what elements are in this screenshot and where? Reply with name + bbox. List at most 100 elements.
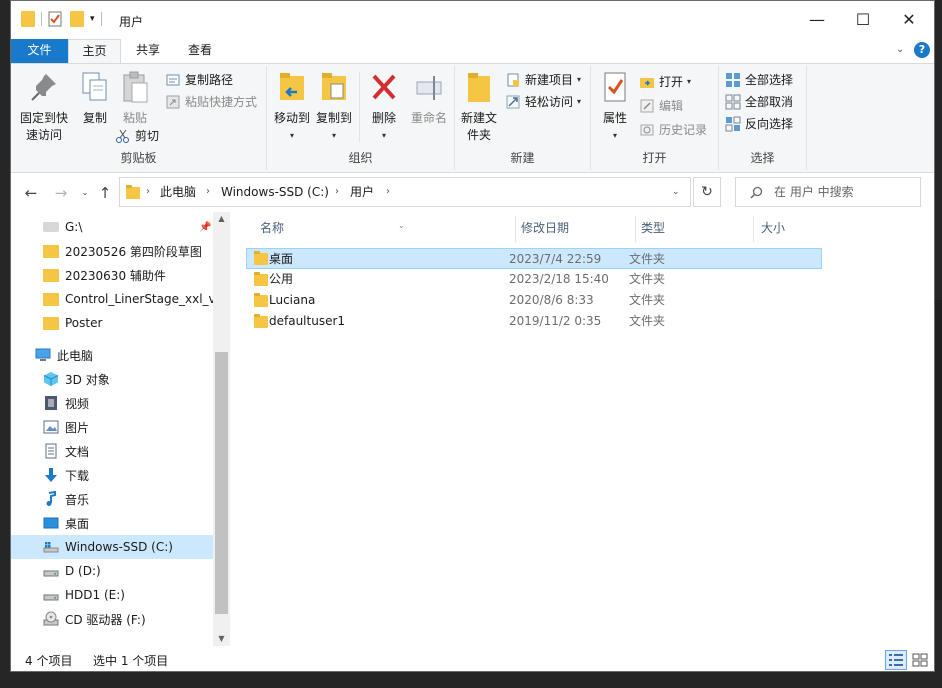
tab-home[interactable]: 主页 [68, 39, 121, 63]
refresh-button[interactable]: ↻ [693, 177, 721, 207]
scroll-thumb[interactable] [215, 352, 228, 614]
nav-item-quick-folder[interactable]: 20230526 第四阶段草图 [11, 239, 213, 263]
quick-access-toolbar: ▾ [21, 11, 108, 27]
nav-item-3d-objects[interactable]: 3D 对象 [11, 367, 213, 391]
chevron-right-icon[interactable]: › [146, 178, 150, 206]
address-bar[interactable]: › 此电脑 › Windows-SSD (C:) › 用户 › ⌄ [119, 177, 691, 207]
file-modified: 2023/7/4 22:59 [509, 252, 602, 266]
scroll-up-arrow-icon[interactable]: ▲ [213, 214, 230, 223]
drive-icon [43, 570, 59, 577]
recent-locations-button[interactable]: ⌄ [75, 183, 95, 203]
search-input[interactable]: 在 用户 中搜索 [774, 178, 854, 206]
toolbar-divider [41, 12, 42, 26]
new-item-button[interactable]: 新建项目 ▾ [505, 70, 581, 90]
select-all-button[interactable]: 全部选择 [725, 70, 793, 90]
nav-pane-scrollbar[interactable]: ▲ ▼ [213, 212, 230, 646]
pin-to-quick-access-button[interactable]: 固定到快速访问 [15, 70, 73, 144]
delete-button[interactable]: 删除 ▾ [363, 70, 405, 144]
nav-item-quick-folder[interactable]: Control_LinerStage_xxl_v4 [11, 287, 223, 311]
tab-share[interactable]: 共享 [123, 39, 173, 63]
nav-item-quick-g[interactable]: G:\ 📌 [11, 215, 213, 239]
navigation-bar: ← → ⌄ ↑ › 此电脑 › Windows-SSD (C:) › 用户 › … [11, 174, 934, 212]
breadcrumb-users[interactable]: 用户 [350, 178, 374, 206]
chevron-right-icon[interactable]: › [335, 178, 339, 206]
nav-item-label: Control_LinerStage_xxl_v4 [65, 292, 224, 306]
copy-button[interactable]: 复制 [75, 70, 115, 127]
help-button[interactable]: ? [914, 42, 930, 58]
nav-item-cd-drive[interactable]: CD 驱动器 (F:) [11, 607, 213, 631]
rename-button[interactable]: 重命名 [405, 70, 453, 127]
file-row[interactable]: Luciana 2020/8/6 8:33 文件夹 [246, 290, 822, 311]
column-divider[interactable] [753, 216, 754, 242]
nav-item-c-drive[interactable]: Windows-SSD (C:) [11, 535, 213, 559]
column-header-name[interactable]: 名称 ⌄ [260, 212, 515, 244]
forward-button[interactable]: → [51, 183, 71, 203]
nav-item-d-drive[interactable]: D (D:) [11, 559, 213, 583]
nav-item-documents[interactable]: 文档 [11, 439, 213, 463]
up-button[interactable]: ↑ [95, 183, 115, 203]
select-none-button[interactable]: 全部取消 [725, 92, 793, 112]
paste-shortcut-button[interactable]: 粘贴快捷方式 [165, 92, 257, 112]
maximize-button[interactable]: ☐ [840, 1, 886, 39]
tab-file[interactable]: 文件 [11, 39, 68, 63]
invert-selection-button[interactable]: 反向选择 [725, 114, 793, 134]
back-button[interactable]: ← [21, 183, 41, 203]
properties-button[interactable]: 属性 ▾ [595, 70, 635, 144]
column-header-size[interactable]: 大小 [761, 212, 831, 244]
copy-to-button[interactable]: 复制到 ▾ [313, 70, 355, 144]
nav-item-quick-folder[interactable]: Poster [11, 311, 213, 335]
nav-item-this-pc[interactable]: 此电脑 [11, 343, 213, 367]
large-icons-view-button[interactable] [909, 650, 931, 670]
nav-item-videos[interactable]: 视频 [11, 391, 213, 415]
scroll-down-arrow-icon[interactable]: ▼ [213, 634, 230, 643]
chevron-down-icon[interactable]: ⌄ [672, 178, 680, 206]
new-folder-button[interactable]: 新建文件夹 [457, 70, 501, 144]
nav-item-downloads[interactable]: 下载 [11, 463, 213, 487]
tab-view[interactable]: 查看 [175, 39, 225, 63]
nav-item-quick-folder[interactable]: 20230630 辅助件 [11, 263, 213, 287]
breadcrumb-c-drive[interactable]: Windows-SSD (C:) [221, 178, 329, 206]
open-button[interactable]: 打开 ▾ [639, 72, 691, 92]
column-header-type[interactable]: 类型 [641, 212, 753, 244]
column-header-modified[interactable]: 修改日期 [521, 212, 635, 244]
new-folder-icon[interactable] [70, 11, 84, 27]
nav-item-label: 此电脑 [57, 348, 94, 363]
nav-item-e-drive[interactable]: HDD1 (E:) [11, 583, 213, 607]
cut-button[interactable]: 剪切 [115, 126, 159, 146]
windows-drive-icon [43, 542, 59, 553]
file-type: 文件夹 [629, 293, 666, 307]
nav-item-label: 桌面 [65, 516, 90, 531]
file-row[interactable]: 公用 2023/2/18 15:40 文件夹 [246, 269, 822, 290]
properties-icon[interactable] [48, 11, 62, 27]
easy-access-button[interactable]: 轻松访问 ▾ [505, 92, 581, 112]
history-button[interactable]: 历史记录 [639, 120, 707, 140]
file-row[interactable]: defaultuser1 2019/11/2 0:35 文件夹 [246, 311, 822, 332]
file-row[interactable]: 桌面 2023/7/4 22:59 文件夹 [246, 248, 822, 269]
details-view-icon [889, 654, 903, 666]
nav-item-music[interactable]: 音乐 [11, 487, 213, 511]
minimize-button[interactable]: — [794, 1, 840, 39]
clipboard-group-label: 剪贴板 [120, 151, 157, 165]
open-folder-icon [640, 78, 654, 88]
breadcrumb-this-pc[interactable]: 此电脑 [160, 178, 196, 206]
nav-item-desktop[interactable]: 桌面 [11, 511, 213, 535]
column-divider[interactable] [515, 216, 516, 242]
edit-button[interactable]: 编辑 [639, 96, 683, 116]
sort-ascending-icon: ⌄ [398, 221, 405, 230]
nav-item-pictures[interactable]: 图片 [11, 415, 213, 439]
customize-toolbar-icon[interactable]: ▾ [90, 14, 95, 24]
easy-access-dropdown-icon: ▾ [577, 97, 582, 106]
chevron-right-icon[interactable]: › [386, 178, 390, 206]
expand-ribbon-icon[interactable]: ⌄ [896, 44, 904, 55]
search-box[interactable]: 在 用户 中搜索 [735, 177, 921, 207]
new-group-label: 新建 [510, 151, 535, 165]
copy-path-button[interactable]: 复制路径 [165, 70, 233, 90]
column-divider[interactable] [635, 216, 636, 242]
close-button[interactable]: ✕ [886, 1, 932, 39]
move-to-button[interactable]: 移动到 ▾ [271, 70, 313, 144]
chevron-right-icon[interactable]: › [206, 178, 210, 206]
file-name: 桌面 [269, 252, 294, 266]
details-view-button[interactable] [885, 650, 907, 670]
pin-icon[interactable]: 📌 [199, 222, 211, 233]
paste-button[interactable]: 粘贴 [115, 70, 155, 127]
